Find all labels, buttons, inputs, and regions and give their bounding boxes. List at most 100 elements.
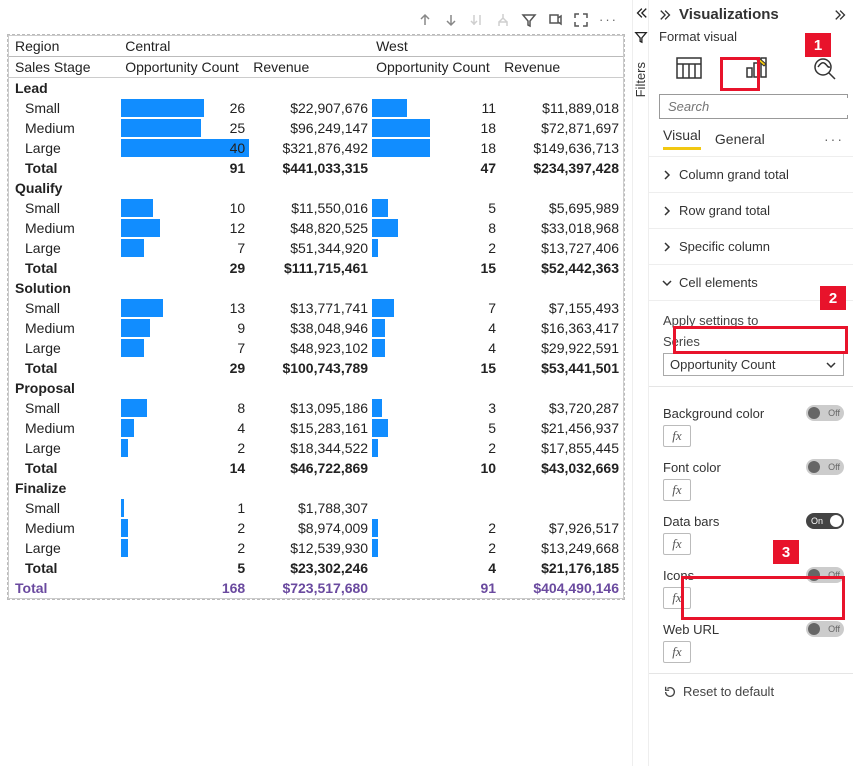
data-bar-cell: 2: [372, 238, 500, 258]
reset-to-default[interactable]: Reset to default: [649, 674, 853, 709]
collapse-pane-icon[interactable]: [659, 8, 673, 22]
visualizations-pane: Visualizations Format visual Visual Gene…: [648, 0, 853, 766]
table-row[interactable]: Small1$1,788,307: [9, 498, 623, 518]
filters-label: Filters: [633, 62, 648, 97]
toggle-databars[interactable]: On: [806, 513, 844, 529]
cell-element-options: Background color Off fx Font color Off f…: [649, 387, 853, 674]
data-bar-cell: 2: [372, 438, 500, 458]
callout-3-num: 3: [773, 540, 799, 564]
visual-toolbar: ···: [8, 8, 624, 35]
toggle-fontcolor[interactable]: Off: [806, 459, 844, 475]
table-row[interactable]: Large7$51,344,9202$13,727,406: [9, 238, 623, 258]
data-bar-cell: 25: [121, 118, 249, 138]
acc-row-grand-total[interactable]: Row grand total: [649, 193, 853, 229]
data-bar-cell: 4: [372, 338, 500, 358]
table-row[interactable]: Medium25$96,249,14718$72,871,697: [9, 118, 623, 138]
analytics-tab-icon[interactable]: [805, 54, 845, 82]
pane-title: Visualizations: [679, 6, 834, 23]
data-bar-cell: [372, 498, 500, 518]
opt-weburl-label: Web URL: [663, 622, 719, 637]
data-bar-cell: 18: [372, 118, 500, 138]
data-bar-cell: 2: [121, 518, 249, 538]
reset-icon: [663, 685, 677, 699]
filters-pane-collapsed[interactable]: Filters: [632, 0, 648, 766]
report-canvas: ··· RegionCentralWestSales StageOpportun…: [0, 0, 632, 766]
drill-down-icon[interactable]: [443, 12, 459, 31]
data-bar-cell: 1: [121, 498, 249, 518]
series-select[interactable]: Opportunity Count: [663, 353, 844, 376]
table-row[interactable]: Medium2$8,974,0092$7,926,517: [9, 518, 623, 538]
chevron-right-icon: [661, 241, 673, 253]
acc-column-grand-total[interactable]: Column grand total: [649, 157, 853, 193]
expand-filters-icon[interactable]: [634, 6, 648, 20]
chevron-down-icon: [661, 277, 673, 289]
callout-2-num: 2: [820, 286, 846, 310]
table-row[interactable]: Small26$22,907,67611$11,889,018: [9, 98, 623, 118]
opt-databars-label: Data bars: [663, 514, 719, 529]
opt-fontcolor-label: Font color: [663, 460, 721, 475]
data-bar-cell: 4: [372, 318, 500, 338]
data-bar-cell: 11: [372, 98, 500, 118]
data-bar-cell: 8: [121, 398, 249, 418]
data-bar-cell: 3: [372, 398, 500, 418]
data-bar-cell: 2: [121, 538, 249, 558]
callout-3-box: [681, 576, 845, 620]
tab-visual[interactable]: Visual: [663, 127, 701, 150]
toggle-bgcolor[interactable]: Off: [806, 405, 844, 421]
table-row[interactable]: Medium4$15,283,1615$21,456,937: [9, 418, 623, 438]
expand-pane-icon[interactable]: [834, 8, 848, 22]
table-row[interactable]: Small10$11,550,0165$5,695,989: [9, 198, 623, 218]
data-bar-cell: 2: [121, 438, 249, 458]
search-field[interactable]: [666, 98, 848, 115]
focus-mode-icon[interactable]: [573, 12, 589, 31]
table-row[interactable]: Small8$13,095,1863$3,720,287: [9, 398, 623, 418]
format-search-input[interactable]: [659, 94, 848, 119]
build-visual-tab-icon[interactable]: [669, 54, 709, 82]
data-bar-cell: 7: [121, 238, 249, 258]
tabs-more-icon[interactable]: ···: [824, 131, 844, 147]
more-options-icon[interactable]: ···: [599, 12, 618, 31]
acc-specific-column[interactable]: Specific column: [649, 229, 853, 265]
toggle-weburl[interactable]: Off: [806, 621, 844, 637]
data-bar-cell: 5: [372, 418, 500, 438]
matrix-visual[interactable]: RegionCentralWestSales StageOpportunity …: [8, 35, 624, 599]
fx-fontcolor[interactable]: fx: [663, 479, 691, 501]
callout-1-num: 1: [805, 33, 831, 57]
data-bar-cell: 12: [121, 218, 249, 238]
table-row[interactable]: Small13$13,771,7417$7,155,493: [9, 298, 623, 318]
data-bar-cell: 10: [121, 198, 249, 218]
hierarchy-icon: [495, 12, 511, 31]
table-row[interactable]: Large40$321,876,49218$149,636,713: [9, 138, 623, 158]
data-bar-cell: 40: [121, 138, 249, 158]
chevron-down-icon: [825, 359, 837, 371]
fx-weburl[interactable]: fx: [663, 641, 691, 663]
data-bar-cell: 13: [121, 298, 249, 318]
drill-up-icon[interactable]: [417, 12, 433, 31]
data-bar-cell: 2: [372, 518, 500, 538]
filter-icon[interactable]: [521, 12, 537, 31]
data-bar-cell: 26: [121, 98, 249, 118]
spotlight-icon[interactable]: [547, 12, 563, 31]
data-bar-cell: 8: [372, 218, 500, 238]
fx-bgcolor[interactable]: fx: [663, 425, 691, 447]
expand-down-icon: [469, 12, 485, 31]
filter-icon: [634, 30, 648, 44]
table-row[interactable]: Medium9$38,048,9464$16,363,417: [9, 318, 623, 338]
table-row[interactable]: Medium12$48,820,5258$33,018,968: [9, 218, 623, 238]
data-bar-cell: 18: [372, 138, 500, 158]
tab-general[interactable]: General: [715, 131, 765, 147]
fx-databars[interactable]: fx: [663, 533, 691, 555]
data-bar-cell: 4: [121, 418, 249, 438]
callout-1-box: [720, 57, 760, 91]
chevron-right-icon: [661, 205, 673, 217]
table-row[interactable]: Large7$48,923,1024$29,922,591: [9, 338, 623, 358]
data-bar-cell: 9: [121, 318, 249, 338]
chevron-right-icon: [661, 169, 673, 181]
table-row[interactable]: Large2$18,344,5222$17,855,445: [9, 438, 623, 458]
data-bar-cell: 2: [372, 538, 500, 558]
data-bar-cell: 7: [372, 298, 500, 318]
data-bar-cell: 7: [121, 338, 249, 358]
data-bar-cell: 5: [372, 198, 500, 218]
table-row[interactable]: Large2$12,539,9302$13,249,668: [9, 538, 623, 558]
callout-2-box: [673, 326, 848, 354]
